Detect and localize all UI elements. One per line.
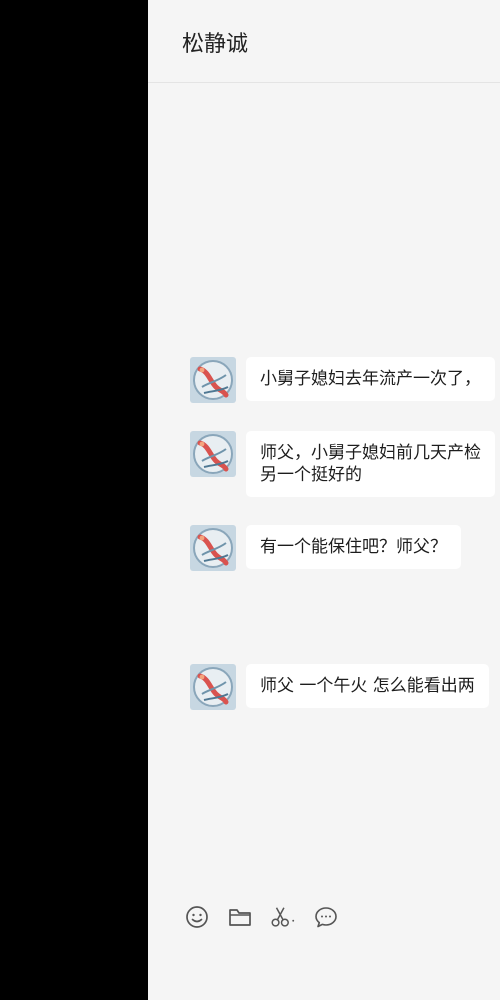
- avatar[interactable]: [190, 525, 236, 571]
- input-toolbar: [184, 904, 356, 930]
- message-text: 小舅子媳妇去年流产一次了，: [260, 369, 481, 389]
- message-text-line: 师父，小舅子媳妇前几天产检: [260, 443, 481, 463]
- chat-title: 松静诚: [182, 32, 249, 57]
- koi-avatar-image: [190, 525, 236, 571]
- chat-header: 松静诚: [148, 0, 500, 83]
- emoji-icon[interactable]: [184, 904, 210, 930]
- koi-avatar-image: [190, 664, 236, 710]
- avatar[interactable]: [190, 357, 236, 403]
- left-black-area: [0, 0, 148, 1000]
- chat-window: 松静诚 小舅子媳妇去年流产一次了， 师父，小舅子媳妇前几天产检 另一个挺好的 有…: [148, 0, 500, 1000]
- scissors-icon[interactable]: [270, 904, 296, 930]
- koi-avatar-image: [190, 357, 236, 403]
- message-bubble[interactable]: 小舅子媳妇去年流产一次了，: [246, 357, 495, 401]
- message-bubble[interactable]: 有一个能保住吧？师父？: [246, 525, 461, 569]
- message-bubble[interactable]: 师父 一个午火 怎么能看出两: [246, 664, 489, 708]
- avatar[interactable]: [190, 664, 236, 710]
- message-text: 有一个能保住吧？师父？: [260, 537, 447, 557]
- chat-bubble-icon[interactable]: [313, 904, 339, 930]
- message-bubble[interactable]: 师父，小舅子媳妇前几天产检 另一个挺好的: [246, 431, 495, 497]
- message-text-line: 另一个挺好的: [260, 465, 362, 485]
- folder-icon[interactable]: [227, 904, 253, 930]
- koi-avatar-image: [190, 431, 236, 477]
- message-text: 师父 一个午火 怎么能看出两: [260, 676, 475, 696]
- avatar[interactable]: [190, 431, 236, 477]
